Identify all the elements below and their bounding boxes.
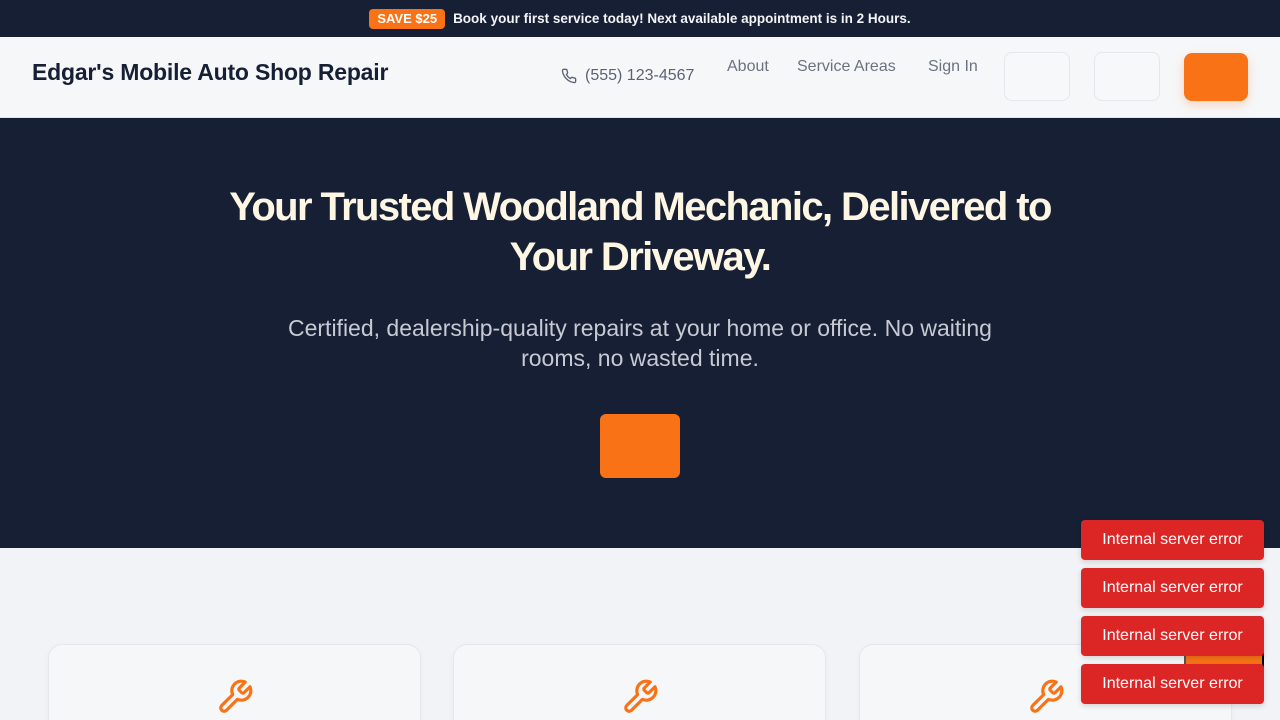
hero-section: Your Trusted Woodland Mechanic, Delivere…: [0, 118, 1280, 548]
header-blank-button-1[interactable]: [1004, 52, 1070, 101]
nav-sign-in[interactable]: Sign In: [928, 58, 978, 76]
wrench-icon: [216, 678, 254, 716]
error-toast[interactable]: Internal server error: [1081, 616, 1264, 656]
site-header: Edgar's Mobile Auto Shop Repair (555) 12…: [0, 37, 1280, 118]
header-cta-button[interactable]: [1184, 53, 1248, 101]
hero-cta-button[interactable]: [600, 414, 680, 478]
nav-about[interactable]: About: [727, 58, 769, 76]
wrench-icon: [1027, 678, 1065, 716]
wrench-icon: [621, 678, 659, 716]
phone-number: (555) 123-4567: [585, 67, 695, 84]
promo-bar: SAVE $25 Book your first service today! …: [0, 0, 1280, 37]
header-blank-button-2[interactable]: [1094, 52, 1160, 101]
service-card: [48, 644, 421, 720]
service-card: [453, 644, 826, 720]
phone-link[interactable]: (555) 123-4567: [561, 67, 694, 85]
error-toast[interactable]: Internal server error: [1081, 664, 1264, 704]
hero-title: Your Trusted Woodland Mechanic, Delivere…: [229, 185, 1052, 279]
site-logo[interactable]: Edgar's Mobile Auto Shop Repair: [32, 59, 388, 86]
promo-badge: SAVE $25: [369, 8, 446, 29]
phone-icon: [561, 68, 577, 84]
nav-service-areas[interactable]: Service Areas: [797, 58, 896, 76]
promo-text: Book your first service today! Next avai…: [453, 11, 911, 26]
error-toast[interactable]: Internal server error: [1081, 520, 1264, 560]
error-toast[interactable]: Internal server error: [1081, 568, 1264, 608]
hero-subtitle: Certified, dealership-quality repairs at…: [288, 315, 992, 371]
